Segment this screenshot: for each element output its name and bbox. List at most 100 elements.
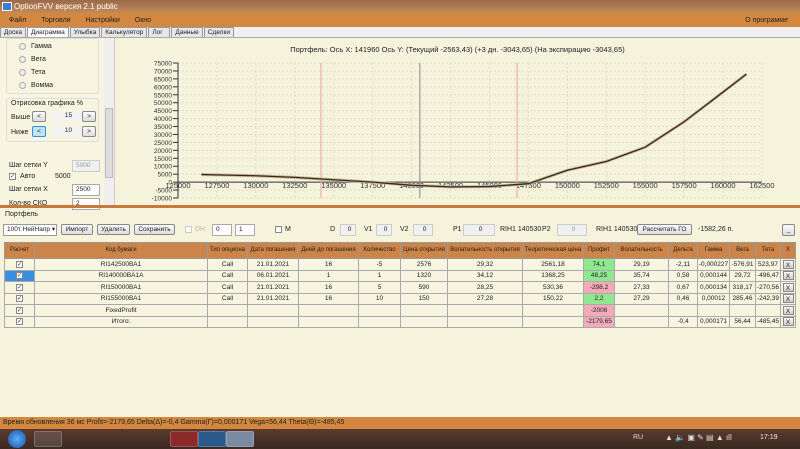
column-header[interactable]: Цена открытия [400, 242, 448, 259]
below-increase-button[interactable]: > [82, 126, 96, 137]
above-increase-button[interactable]: > [82, 111, 96, 122]
menu-settings[interactable]: Настройки [85, 17, 119, 24]
yandex-taskbar-icon[interactable] [170, 431, 198, 447]
chrome-taskbar-icon[interactable] [86, 431, 114, 447]
spin2-input[interactable]: 1 [235, 224, 255, 236]
column-header[interactable]: Профит [583, 242, 615, 259]
dh-checkbox[interactable] [185, 226, 192, 233]
auto-checkbox[interactable]: ✓ [9, 173, 16, 180]
calc-checkbox[interactable]: ✓ [16, 318, 23, 326]
language-indicator[interactable]: RU [633, 434, 643, 441]
calc-checkbox[interactable]: ✓ [16, 306, 23, 314]
remove-cell: X [780, 292, 796, 305]
start-button-icon[interactable] [8, 430, 26, 448]
calc-cell[interactable]: ✓ [4, 281, 35, 294]
column-header[interactable]: Тип опциона [207, 242, 248, 259]
table-row[interactable]: ✓ FixedProfit -2006 X [4, 304, 796, 317]
menu-window[interactable]: Окно [135, 17, 151, 24]
explorer-taskbar-icon[interactable] [34, 431, 62, 447]
tab-board[interactable]: Доска [0, 27, 26, 37]
menu-trade[interactable]: Торговля [41, 17, 70, 24]
tab-log[interactable]: Лог [148, 27, 171, 37]
optionfvv-taskbar-icon[interactable] [226, 431, 254, 447]
menu-file[interactable]: Файл [9, 17, 26, 24]
above-value[interactable]: 15 [52, 111, 82, 121]
calc-cell[interactable]: ✓ [4, 292, 35, 305]
radio-vomma[interactable]: Вомма [19, 81, 98, 89]
below-value[interactable]: 10 [52, 126, 82, 136]
table-row[interactable]: ✓ Итого: -2179,65 -0,4 0,000171 56,44 -485,45 X [4, 315, 796, 328]
grid-x-input[interactable]: 2500 [72, 184, 100, 196]
vol_open-cell: 27,28 [447, 292, 523, 305]
p1-input[interactable]: 0 [463, 224, 495, 236]
scroll-thumb[interactable] [105, 108, 113, 178]
d-input[interactable]: 0 [340, 224, 356, 236]
minimize-button[interactable]: _ [782, 224, 795, 236]
column-header[interactable]: Волатильность [614, 242, 669, 259]
date-cell [247, 304, 299, 317]
column-header[interactable]: Дней до погашения [298, 242, 359, 259]
radio-theta[interactable]: Тета [19, 68, 98, 76]
tab-data[interactable]: Данные [171, 27, 203, 37]
remove-row-button[interactable]: X [782, 305, 794, 315]
column-header[interactable]: Волатильность открытия [447, 242, 523, 259]
date-cell: 21.01.2021 [247, 292, 299, 305]
tab-smile[interactable]: Улыбка [69, 27, 101, 37]
opera-taskbar-icon[interactable] [198, 431, 226, 447]
calc-checkbox[interactable]: ✓ [16, 283, 23, 291]
grid-y-input[interactable]: 5000 [72, 160, 100, 172]
tray-icons[interactable]: ▲ 🔈 ▣ ✎ ▤ ▲ ıll [665, 433, 732, 442]
media-taskbar-icon[interactable] [116, 431, 144, 447]
calc-checkbox[interactable]: ✓ [16, 295, 23, 303]
calc-go-button[interactable]: Рассчитать ГО [637, 224, 692, 235]
payoff-chart[interactable]: 125000 127500 130000 132500 135000 137500 1400… [115, 38, 800, 205]
column-header[interactable]: Дельта [668, 242, 698, 259]
column-header[interactable]: Гамма [697, 242, 730, 259]
v1-input[interactable]: 0 [376, 224, 392, 236]
calc-checkbox[interactable]: ✓ [16, 260, 23, 268]
table-row[interactable]: ✓ RI142500BA1 Call 21.01.2021 16 -5 2576 29,32 2… [4, 258, 796, 271]
save-button[interactable]: Сохранить [134, 224, 175, 235]
table-row[interactable]: ✓ RI140000BA1A Call 06.01.2021 1 1 1320 34,12 13… [4, 269, 796, 282]
calc-checkbox[interactable]: ✓ [16, 272, 23, 280]
p2-input[interactable]: 0 [557, 224, 587, 236]
m-checkbox[interactable] [275, 226, 282, 233]
column-header[interactable]: Количество [358, 242, 401, 259]
column-header[interactable]: Дата погашения [247, 242, 299, 259]
calc-cell[interactable]: ✓ [4, 269, 35, 282]
spin1-input[interactable]: 0 [212, 224, 232, 236]
splitter[interactable] [0, 205, 800, 208]
calc-cell[interactable]: ✓ [4, 304, 35, 317]
left-scrollbar[interactable] [104, 38, 114, 205]
column-header[interactable]: X [780, 242, 796, 259]
remove-row-button[interactable]: X [782, 317, 794, 327]
remove-row-button[interactable]: X [782, 282, 794, 292]
sko-input[interactable]: 2 [72, 198, 100, 210]
remove-row-button[interactable]: X [782, 259, 794, 269]
remove-row-button[interactable]: X [782, 294, 794, 304]
calc-cell[interactable]: ✓ [4, 315, 35, 328]
menu-about[interactable]: О программе [745, 17, 788, 24]
tab-calculator[interactable]: Калькулятор [101, 27, 148, 37]
delete-button[interactable]: Удалить [97, 224, 130, 235]
calc-cell[interactable]: ✓ [4, 258, 35, 271]
portfolio-select[interactable]: 100т НейНапр ▾ [3, 224, 57, 236]
column-header[interactable]: Тета [755, 242, 781, 259]
clock[interactable]: 17:19 [760, 434, 778, 441]
v2-input[interactable]: 0 [413, 224, 433, 236]
table-row[interactable]: ✓ RI155000BA1 Call 21.01.2021 16 10 150 27,28 15… [4, 292, 796, 305]
column-header[interactable]: Вега [729, 242, 756, 259]
column-header[interactable]: Код бумаги [34, 242, 208, 259]
radio-vega[interactable]: Вега [19, 55, 98, 63]
above-decrease-button[interactable]: < [32, 111, 46, 122]
column-header[interactable]: Расчет [4, 242, 35, 259]
radio-gamma[interactable]: Гамма [19, 42, 98, 50]
date-cell: 21.01.2021 [247, 281, 299, 294]
import-button[interactable]: Импорт [61, 224, 93, 235]
remove-row-button[interactable]: X [782, 271, 794, 281]
below-decrease-button[interactable]: < [32, 126, 46, 137]
table-row[interactable]: ✓ RI150000BA1 Call 21.01.2021 16 5 590 28,25 530… [4, 281, 796, 294]
column-header[interactable]: Теоретическая цена [522, 242, 584, 259]
tab-diagram[interactable]: Диаграмма [26, 27, 69, 37]
tab-deals[interactable]: Сделки [203, 27, 234, 37]
